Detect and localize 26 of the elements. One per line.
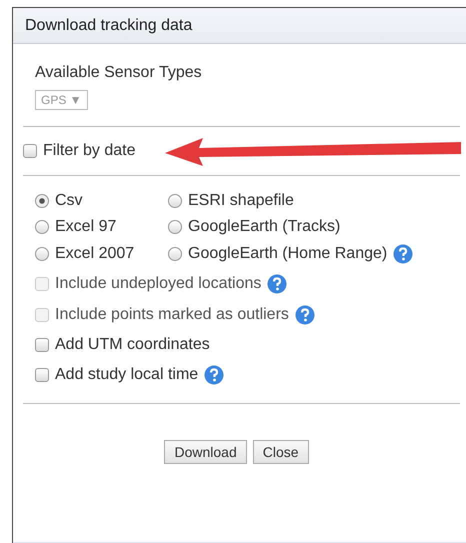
format-label: Csv: [55, 192, 83, 210]
window-title: Download tracking data: [25, 16, 192, 34]
option-label: Add UTM coordinates: [55, 336, 210, 354]
radio-button[interactable]: [35, 247, 49, 261]
checkbox[interactable]: [23, 144, 37, 158]
format-label: Excel 2007: [55, 245, 134, 263]
radio-button[interactable]: [168, 247, 182, 261]
radio-button[interactable]: [35, 194, 49, 208]
help-icon[interactable]: [204, 365, 224, 385]
download-button[interactable]: Download: [164, 440, 247, 464]
option-label: Include points marked as outliers: [55, 306, 289, 324]
option-label: Include undeployed locations: [55, 275, 262, 293]
format-label: Excel 97: [55, 218, 116, 236]
radio-button[interactable]: [168, 194, 182, 208]
help-icon[interactable]: [393, 244, 414, 264]
close-button[interactable]: Close: [252, 440, 309, 464]
format-label: GoogleEarth (Tracks): [188, 218, 340, 236]
radio-button[interactable]: [168, 220, 182, 234]
radio-button[interactable]: [35, 220, 49, 234]
checkbox[interactable]: [35, 368, 49, 382]
format-label: ESRI shapefile: [188, 192, 294, 210]
checkbox[interactable]: [35, 338, 49, 352]
filter-by-date-label: Filter by date: [43, 142, 136, 160]
format-label: GoogleEarth (Home Range): [188, 245, 388, 263]
option-label: Add study local time: [55, 366, 198, 384]
sensor-types-label: Available Sensor Types: [35, 64, 203, 82]
